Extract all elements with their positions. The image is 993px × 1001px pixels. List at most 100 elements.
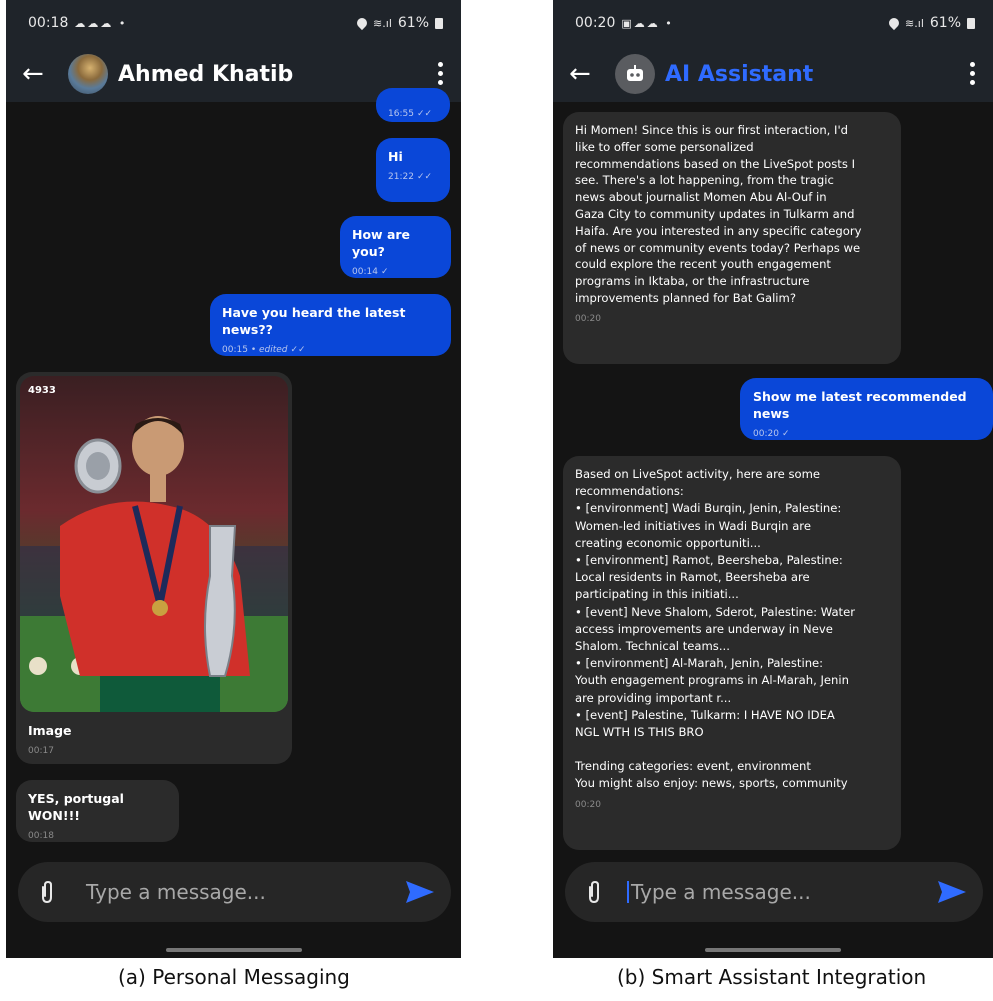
back-arrow-icon[interactable]: ← [569,59,603,89]
message-image[interactable]: 4933 PA A S [20,376,288,712]
message-text: Based on LiveSpot activity, here are som… [575,466,889,793]
message-text: Hi Momen! Since this is our first intera… [575,122,889,307]
wifi-signal-icon: ≋.ıl [905,16,924,30]
message-line: improvements planned for Bat Galim? [575,290,796,305]
wifi-signal-icon: ≋.ıl [373,16,392,30]
send-icon[interactable] [937,879,967,905]
location-icon [354,15,370,31]
message-bubble-out[interactable]: Have you heard the latest news?? 00:15 •… [210,294,451,356]
message-line: creating economic opportuniti... [575,535,761,550]
message-bubble-out[interactable]: Hi 21:22 ✓✓ [376,138,450,202]
message-time: 00:15 [222,345,248,355]
avatar[interactable] [68,54,108,94]
message-text: Show me latest recommended news [753,389,967,421]
message-time: 16:55 [388,109,414,119]
image-label: Image [28,723,72,738]
message-time: 00:20 [575,313,601,324]
message-bubble-in[interactable]: Based on LiveSpot activity, here are som… [563,456,901,850]
gesture-nav-bar[interactable] [165,948,302,952]
location-icon [886,15,902,31]
battery-level: 61% [397,15,429,31]
message-line: • [environment] Wadi Burqin, Jenin, Pale… [575,501,842,516]
status-bar: 00:18 ☁☁☁ • ≋.ıl 61% [6,0,461,46]
message-line: Haifa. Are you interested in any specifi… [575,223,862,238]
message-line: participating in this initiati... [575,587,739,602]
read-check-icon: ✓✓ [416,172,433,182]
message-line: Local residents in Ramot, Beersheba are [575,570,810,585]
message-line: NGL WTH IS THIS BRO [575,725,704,740]
message-line: You might also enjoy: news, sports, comm… [575,776,848,791]
message-line: are providing important r... [575,690,732,705]
message-bubble-out[interactable]: Show me latest recommended news 00:20 ✓ [740,378,993,440]
read-check-icon: ✓✓ [290,345,306,355]
message-time: 00:20 [753,429,779,439]
message-text: YES, portugal WON!!! [28,791,124,823]
more-options-icon[interactable] [438,62,443,85]
image-message-bubble[interactable]: 4933 PA A S [16,372,292,764]
message-line: recommendations based on the LiveSpot po… [575,156,855,171]
message-composer: Type a message... [565,862,983,922]
message-line: Women-led initiatives in Wadi Burqin are [575,518,811,533]
notification-icons: ▣☁☁ • [621,16,674,30]
assistant-name[interactable]: AI Assistant [665,62,813,87]
attach-paperclip-icon[interactable] [38,879,56,905]
figure-caption-b: (b) Smart Assistant Integration [617,965,927,989]
message-line: Trending categories: event, environment [575,759,811,774]
message-composer: Type a message... [18,862,451,922]
text-cursor [627,881,629,903]
message-time: 00:17 [28,746,54,756]
message-bubble-partial: 16:55 ✓✓ [376,88,450,122]
message-line: of news or community events today? Perha… [575,240,861,255]
message-line: Hi Momen! Since this is our first intera… [575,123,849,137]
message-line: • [environment] Al-Marah, Jenin, Palesti… [575,656,824,671]
phone-panel-a: 00:18 ☁☁☁ • ≋.ıl 61% ← Ahmed Khatib 16:5… [6,0,461,958]
message-line: programs in Iktaba, or the infrastructur… [575,274,810,289]
back-arrow-icon[interactable]: ← [22,59,56,89]
message-text: Hi [388,149,403,164]
message-line: Youth engagement programs in Al-Marah, J… [575,673,849,688]
status-bar: 00:20 ▣☁☁ • ≋.ıl 61% [553,0,993,46]
chat-header: ← AI Assistant [553,46,993,102]
status-time: 00:20 [575,15,616,31]
figure-caption-a: (a) Personal Messaging [118,965,350,989]
message-line: like to offer some personalized [575,139,754,154]
avatar[interactable] [615,54,655,94]
edited-label: • edited [250,345,288,355]
message-bubble-in[interactable]: YES, portugal WON!!! 00:18 [16,780,179,842]
message-line [575,741,889,758]
message-text: Have you heard the latest news?? [222,305,406,337]
portugal-player-photo: PA A S [20,416,288,712]
message-time: 21:22 [388,172,414,182]
message-line: could explore the recent youth engagemen… [575,257,831,272]
message-time: 00:18 [28,831,54,841]
phone-panel-b: 00:20 ▣☁☁ • ≋.ıl 61% ← AI Assistant Hi M… [553,0,993,958]
gesture-nav-bar[interactable] [705,948,841,952]
message-bubble-in[interactable]: Hi Momen! Since this is our first intera… [563,112,901,364]
message-line: see. There's a lot happening, from the t… [575,173,834,188]
message-line: news about journalist Momen Abu Al-Ouf i… [575,190,827,205]
message-line: • [environment] Ramot, Beersheba, Palest… [575,553,843,568]
read-check-icon: ✓✓ [416,109,433,119]
message-input[interactable]: Type a message... [86,880,405,904]
battery-icon [967,17,975,29]
send-icon[interactable] [405,879,435,905]
message-bubble-out[interactable]: How are you? 00:14 ✓ [340,216,451,278]
robot-icon [627,65,643,81]
message-line: Shalom. Technical teams... [575,639,730,654]
sent-check-icon: ✓ [380,267,389,277]
contact-name[interactable]: Ahmed Khatib [118,62,293,87]
status-time: 00:18 [28,15,69,31]
battery-icon [435,17,443,29]
message-line: access improvements are underway in Neve [575,621,833,636]
message-time: 00:20 [575,799,601,810]
message-line: • [event] Neve Shalom, Sderot, Palestine… [575,604,856,619]
notification-icons: ☁☁☁ • [74,16,128,30]
battery-level: 61% [929,15,961,31]
more-options-icon[interactable] [970,62,975,85]
sent-check-icon: ✓ [781,429,790,439]
message-line: Gaza City to community updates in Tulkar… [575,206,855,221]
attach-paperclip-icon[interactable] [585,879,603,905]
message-line: Based on LiveSpot activity, here are som… [575,467,821,481]
message-input[interactable]: Type a message... [631,880,937,904]
message-text: How are you? [352,227,411,259]
